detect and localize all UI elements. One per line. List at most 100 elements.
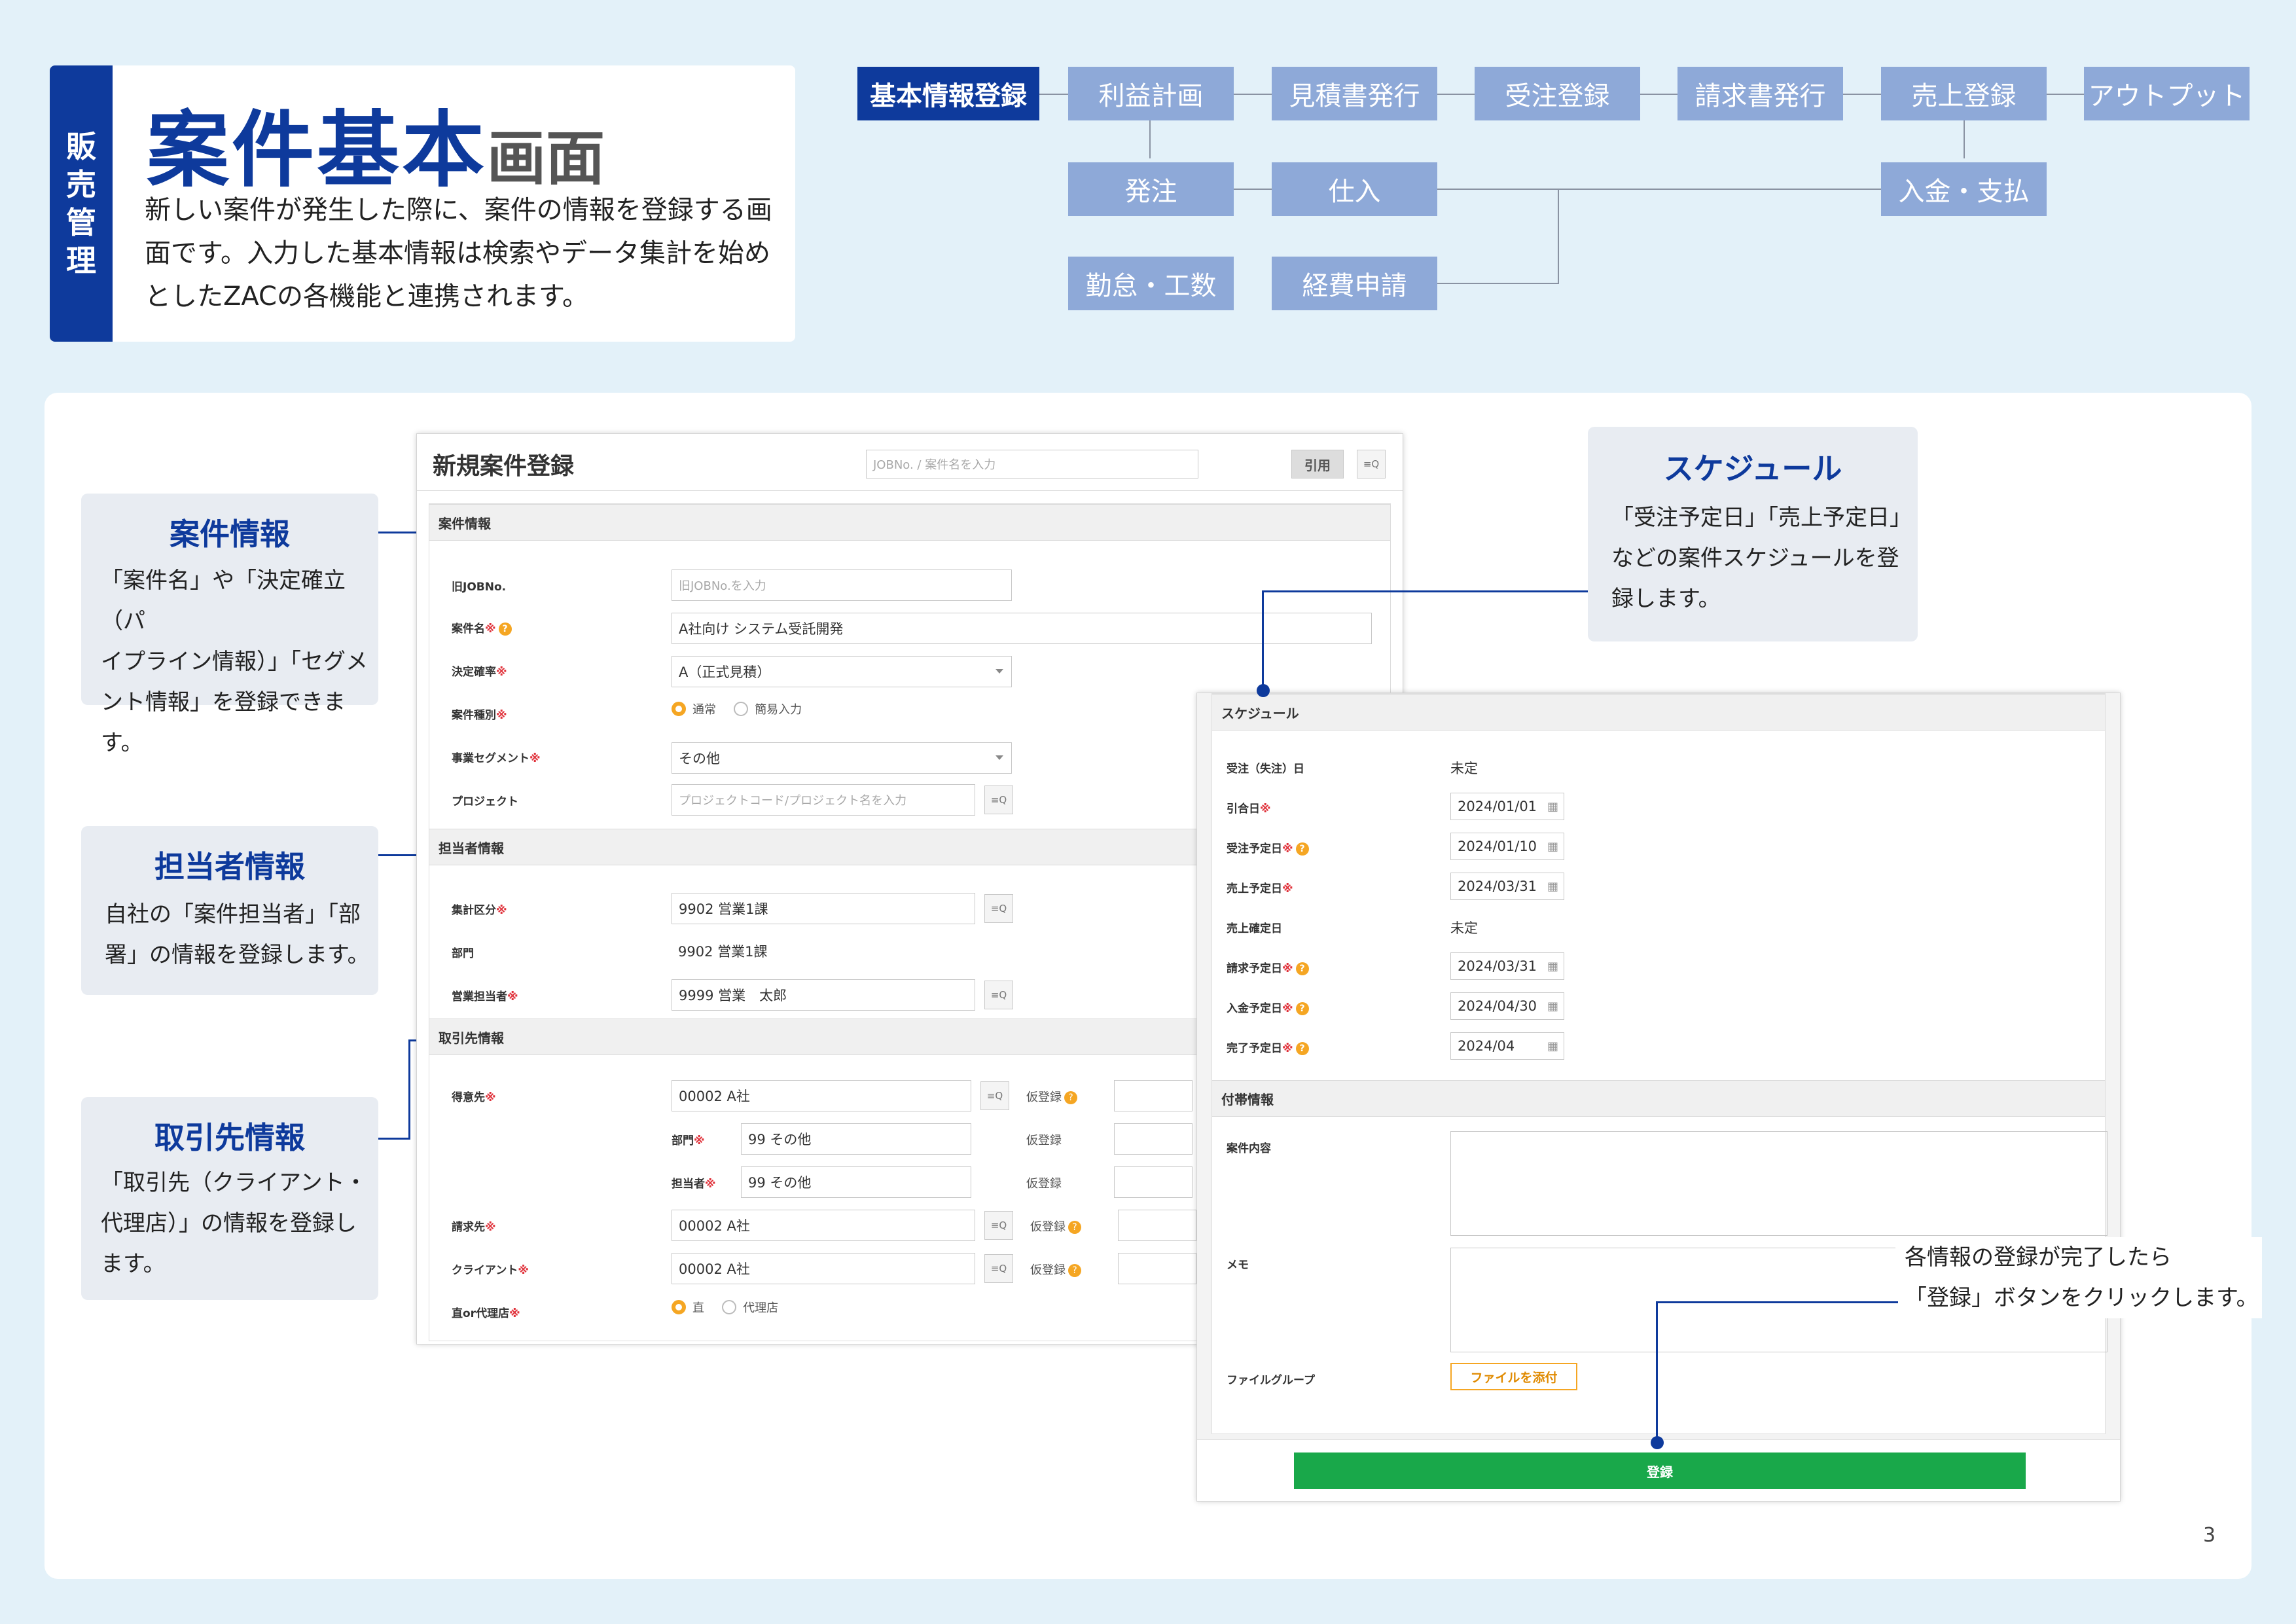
flow-step-hacchu: 発注 (1068, 162, 1234, 216)
date-input[interactable]: 2024/03/31 ▦ (1450, 873, 1564, 900)
callout-line: ント情報」を登録できます。 (101, 689, 346, 756)
flow-step-kihon: 基本情報登録 (857, 67, 1039, 120)
date-input[interactable]: 2024/03/31 ▦ (1450, 952, 1564, 980)
schedule-value: 未定 (1450, 761, 1478, 776)
search-icon[interactable]: ≡Q (1357, 450, 1386, 478)
callout-register: 各情報の登録が完了したら 「登録」ボタンをクリックします。 (1895, 1237, 2262, 1318)
job-name-input[interactable]: A社向け システム受託開発 (672, 613, 1372, 644)
help-icon: ? (1068, 1264, 1081, 1277)
form-screenshot-schedule: スケジュール 受注（失注）日 未定 引合日※ 2024/01/01 ▦ 受注予定日※? 20… (1196, 693, 2121, 1502)
help-icon: ? (1064, 1091, 1077, 1104)
kari-label: 仮登録? (1030, 1218, 1081, 1235)
kari-input[interactable] (1118, 1210, 1196, 1241)
callout-title: 取引先情報 (154, 1120, 305, 1155)
page-number: 3 (2203, 1524, 2216, 1547)
kari-label: 仮登録 (1026, 1134, 1062, 1147)
job-search-input[interactable]: JOBNo. / 案件名を入力 (866, 450, 1198, 478)
description-line: 面です。入力した基本情報は検索やデータ集計を始め (145, 238, 770, 268)
content-textarea[interactable] (1450, 1131, 2108, 1236)
flow-step-output: アウトプット (2084, 67, 2250, 120)
search-icon[interactable]: ≡Q (980, 1081, 1009, 1110)
callout-connector (1656, 1301, 1898, 1303)
project-input[interactable]: プロジェクトコード/プロジェクト名を入力 (672, 784, 975, 816)
description-line: 新しい案件が発生した際に、案件の情報を登録する画 (145, 195, 772, 225)
form-title: 新規案件登録 (433, 453, 575, 480)
description-line: としたZACの各機能と連携されます。 (145, 281, 588, 312)
kari-input[interactable] (1114, 1080, 1193, 1111)
callout-body: 「案件名」や「決定確立（パ イプライン情報）」「セグメ ント情報」を登録できます… (101, 560, 376, 763)
label-probability: 決定確率※ (452, 666, 507, 679)
label-file-group: ファイルグループ (1227, 1374, 1315, 1387)
flow-step-juchu: 受注登録 (1475, 67, 1640, 120)
callout-line: 「受注予定日」「売上予定日」 (1611, 505, 1912, 531)
old-job-input[interactable]: 旧JOBNo.を入力 (672, 569, 1012, 601)
kari-input[interactable] (1114, 1123, 1193, 1155)
callout-body: 「取引先（クライアント・ 代理店）」の情報を登録し ます。 (101, 1163, 376, 1284)
tokui-input[interactable]: 00002 A社 (672, 1080, 971, 1111)
kari-label: 仮登録? (1030, 1261, 1081, 1278)
flow-step-shiire: 仕入 (1272, 162, 1437, 216)
label-content: 案件内容 (1227, 1142, 1271, 1155)
search-icon[interactable]: ≡Q (984, 785, 1013, 814)
callout-torihiki: 取引先情報 「取引先（クライアント・ 代理店）」の情報を登録し ます。 (81, 1097, 378, 1300)
callout-body: 自社の「案件担当者」「部 署」の情報を登録します。 (105, 894, 373, 975)
quote-button[interactable]: 引用 (1291, 450, 1344, 478)
callout-line: 「登録」ボタンをクリックします。 (1905, 1285, 2259, 1311)
flow-step-uriage: 売上登録 (1881, 67, 2047, 120)
callout-title: 案件情報 (170, 516, 290, 552)
calendar-icon: ▦ (1547, 999, 1558, 1013)
seikyu-input[interactable]: 00002 A社 (672, 1210, 975, 1241)
search-icon[interactable]: ≡Q (984, 1254, 1013, 1283)
schedule-label: 受注（失注）日 (1227, 763, 1304, 776)
search-icon[interactable]: ≡Q (984, 981, 1013, 1009)
radio-label: 簡易入力 (755, 703, 802, 717)
kari-input[interactable] (1114, 1166, 1193, 1198)
segment-select[interactable]: その他 (672, 742, 1012, 774)
kari-label: 仮登録 (1026, 1177, 1062, 1191)
help-icon: ? (1295, 1042, 1309, 1055)
eigyo-input[interactable]: 9999 営業 太郎 (672, 979, 975, 1011)
help-icon: ? (1295, 842, 1309, 856)
help-icon: ? (1295, 1002, 1309, 1015)
schedule-label: 売上予定日※ (1227, 882, 1293, 895)
label-sub-tanto: 担当者※ (672, 1178, 716, 1191)
help-icon: ? (498, 623, 512, 636)
search-icon[interactable]: ≡Q (984, 894, 1013, 923)
client-input[interactable]: 00002 A社 (672, 1253, 975, 1284)
callout-body: 「受注予定日」「売上予定日」 などの案件スケジュールを登 録します。 (1611, 497, 1912, 619)
flow-step-mitsumori: 見積書発行 (1272, 67, 1437, 120)
probability-select[interactable]: A（正式見積） (672, 656, 1012, 687)
radio-label: 直 (692, 1301, 704, 1315)
callout-line: などの案件スケジュールを登 (1611, 545, 1899, 571)
label-seikyu: 請求先※ (452, 1221, 496, 1234)
callout-connector (1656, 1301, 1658, 1444)
register-button[interactable]: 登録 (1294, 1453, 2026, 1489)
date-input[interactable]: 2024/01/01 ▦ (1450, 793, 1564, 820)
schedule-panel: スケジュール 受注（失注）日 未定 引合日※ 2024/01/01 ▦ 受注予定日※? 20… (1211, 693, 2108, 1434)
radio-normal[interactable] (672, 702, 686, 716)
flow-step-kintai: 勤怠・工数 (1068, 257, 1234, 310)
radio-direct[interactable] (672, 1300, 686, 1314)
kari-input[interactable] (1118, 1253, 1196, 1284)
radio-simple[interactable] (734, 702, 749, 716)
label-eigyo: 営業担当者※ (452, 990, 518, 1003)
label-old-job: 旧JOBNo. (452, 581, 507, 594)
sub-tanto-input[interactable]: 99 その他 (741, 1166, 971, 1198)
label-dairi: 直or代理店※ (452, 1307, 520, 1320)
date-input[interactable]: 2024/04/30 ▦ (1450, 992, 1564, 1020)
schedule-label: 請求予定日※? (1227, 959, 1309, 975)
schedule-value: 未定 (1450, 920, 1478, 936)
callout-title: スケジュール (1663, 451, 1842, 486)
date-input[interactable]: 2024/01/10 ▦ (1450, 833, 1564, 860)
label-sub-bumon: 部門※ (672, 1134, 705, 1147)
attach-file-button[interactable]: ファイルを添付 (1450, 1363, 1577, 1390)
bumon-value: 9902 営業1課 (678, 944, 768, 960)
shukei-input[interactable]: 9902 営業1課 (672, 893, 975, 924)
schedule-label: 売上確定日 (1227, 922, 1282, 935)
label-job-kind: 案件種別※ (452, 709, 507, 722)
radio-agency[interactable] (722, 1300, 737, 1314)
date-input[interactable]: 2024/04 ▦ (1450, 1032, 1564, 1060)
sub-bumon-input[interactable]: 99 その他 (741, 1123, 971, 1155)
callout-connector (1262, 590, 1264, 690)
search-icon[interactable]: ≡Q (984, 1211, 1013, 1240)
